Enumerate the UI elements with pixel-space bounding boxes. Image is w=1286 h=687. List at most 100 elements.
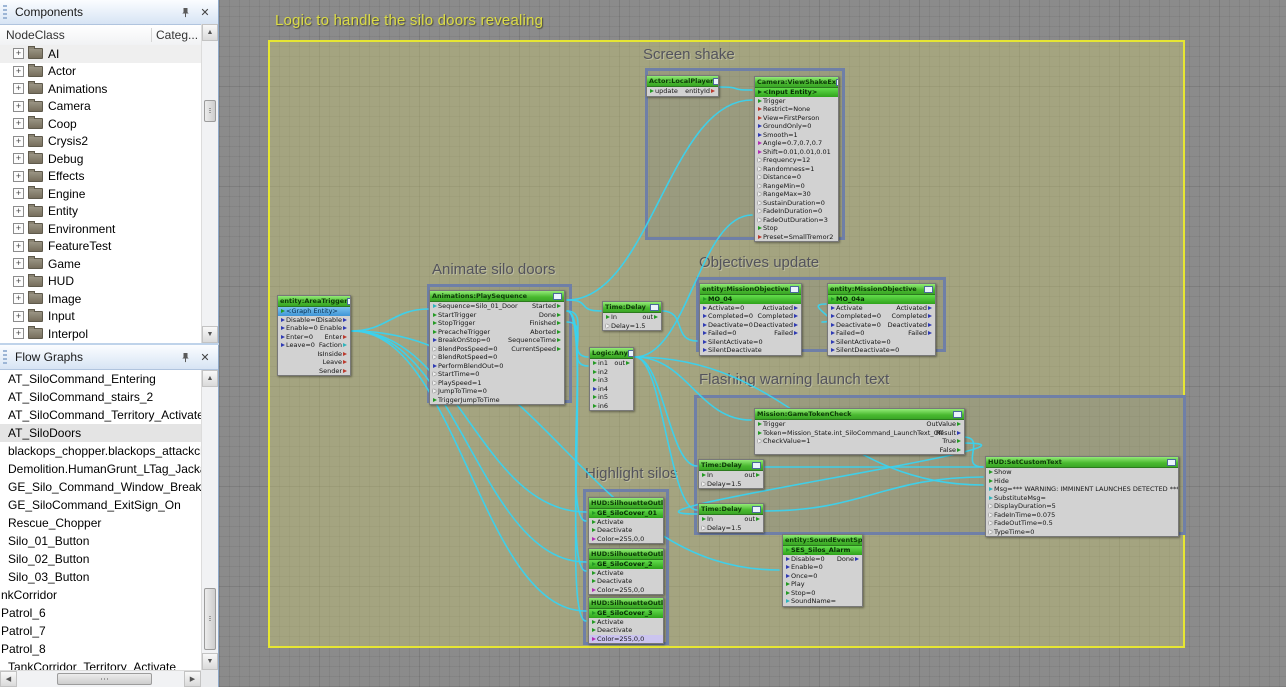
scroll-up-icon[interactable]: ▲ [202,24,218,41]
port-arrow[interactable] [433,304,437,308]
port-arrow[interactable] [593,361,597,365]
node-time-delay-2[interactable]: Time:DelayInoutDelay=1.5 [698,459,764,489]
port-arrow[interactable] [758,218,762,222]
expand-icon[interactable]: + [13,293,24,304]
tree-item-game[interactable]: +Game [0,255,202,273]
port-arrow[interactable] [606,315,610,319]
port-arrow[interactable] [557,330,561,334]
port-row[interactable]: MO_04a [828,295,935,304]
tree-item-debug[interactable]: +Debug [0,150,202,168]
flow-graph-item[interactable]: GE_SiloCommand_ExitSign_On [0,496,202,514]
port-row[interactable]: Sequence=Silo_01_DoorStarted [430,302,564,311]
port-row[interactable]: StartTime=0 [430,370,564,379]
port-row[interactable]: Inout [699,515,763,524]
port-arrow[interactable] [433,389,437,393]
port-arrow[interactable] [794,323,798,327]
port-row[interactable]: Color=255,0,0 [589,535,663,544]
scroll-down-icon[interactable]: ▼ [202,326,218,343]
port-arrow[interactable] [593,395,597,399]
port-arrow[interactable] [557,347,561,351]
port-arrow[interactable] [758,184,762,188]
port-arrow[interactable] [989,470,993,474]
expand-icon[interactable]: + [13,241,24,252]
flow-graph-item[interactable]: Patrol_7 [0,622,202,640]
port-arrow[interactable] [433,355,437,359]
port-arrow[interactable] [786,565,790,569]
tree-item-environment[interactable]: +Environment [0,220,202,238]
expand-icon[interactable]: + [13,153,24,164]
node-time-delay-3[interactable]: Time:DelayInoutDelay=1.5 [698,503,764,533]
port-arrow[interactable] [711,89,715,93]
expand-icon[interactable]: + [13,136,24,147]
port-arrow[interactable] [786,582,790,586]
expand-icon[interactable]: + [13,276,24,287]
node-mission-objective-1[interactable]: entity:MissionObjectiveMO_04Activate=0Ac… [699,283,802,356]
port-row[interactable]: Deactivate [589,526,663,535]
port-arrow[interactable] [831,306,835,310]
port-row[interactable]: Leave [278,358,350,367]
close-icon[interactable]: ✕ [197,349,213,365]
port-row[interactable]: Enter=0Enter [278,333,350,342]
port-arrow[interactable] [606,324,610,328]
port-arrow[interactable] [758,235,762,239]
port-arrow[interactable] [592,637,596,641]
node-area-trigger[interactable]: entity:AreaTrigger<Graph Entity>Disable=… [277,295,351,376]
port-arrow[interactable] [831,331,835,335]
node-logic-any[interactable]: Logic:Anyin1outin2in3in4in5in6 [589,347,634,411]
pin-icon[interactable] [177,349,193,365]
scrollbar-thumb[interactable] [204,100,216,122]
port-row[interactable]: Once=0 [783,572,862,581]
tree-item-ai[interactable]: +AI [0,45,202,63]
expand-icon[interactable]: + [13,188,24,199]
flow-graph-item[interactable]: GE_Silo_Command_Window_Break [0,478,202,496]
port-arrow[interactable] [343,352,347,356]
flow-graph-item[interactable]: AT_SiloCommand_Territory_Activate [0,406,202,424]
port-arrow[interactable] [794,331,798,335]
port-row[interactable]: DisplayDuration=5 [986,502,1178,511]
tree-item-animations[interactable]: +Animations [0,80,202,98]
port-arrow[interactable] [702,526,706,530]
port-row[interactable]: Deactivate=0Deactivated [700,321,801,330]
port-arrow[interactable] [957,439,961,443]
node-time-delay-1[interactable]: Time:DelayInoutDelay=1.5 [602,301,662,331]
port-row[interactable]: Msg=*** WARNING: IMMINENT LAUNCHES DETEC… [986,485,1178,494]
close-icon[interactable]: ✕ [197,4,213,20]
flow-graph-item[interactable]: Silo_01_Button [0,532,202,550]
expand-icon[interactable]: + [13,206,24,217]
tree-item-input[interactable]: +Input [0,308,202,326]
tree-item-hud[interactable]: +HUD [0,273,202,291]
port-arrow[interactable] [343,343,347,347]
port-row[interactable]: TriggerOutValue [755,420,964,429]
port-arrow[interactable] [989,479,993,483]
expand-icon[interactable]: + [13,258,24,269]
port-row[interactable]: SilentActivate=0 [828,338,935,347]
port-row[interactable]: Distance=0 [755,173,838,182]
port-arrow[interactable] [703,297,707,301]
port-row[interactable]: Sender [278,367,350,376]
port-row[interactable]: JumpToTime=0 [430,387,564,396]
flow-graph-item[interactable]: AT_SiloDoors [0,424,202,442]
expand-icon[interactable]: + [13,48,24,59]
port-row[interactable]: FadeOutTime=0.5 [986,519,1178,528]
minimize-icon[interactable] [713,78,718,85]
port-arrow[interactable] [593,378,597,382]
port-arrow[interactable] [989,521,993,525]
port-arrow[interactable] [281,343,285,347]
port-arrow[interactable] [928,323,932,327]
port-row[interactable]: StopTriggerFinished [430,319,564,328]
minimize-icon[interactable] [553,293,562,300]
port-arrow[interactable] [989,530,993,534]
port-row[interactable]: Delay=1.5 [603,322,661,331]
node-set-custom-text[interactable]: HUD:SetCustomTextShowHideMsg=*** WARNING… [985,456,1179,537]
port-arrow[interactable] [758,99,762,103]
port-row[interactable]: GE_SiloCover_3 [589,609,663,618]
port-row[interactable]: IsInside [278,350,350,359]
port-row[interactable]: SustainDuration=0 [755,199,838,208]
port-arrow[interactable] [928,331,932,335]
port-arrow[interactable] [756,473,760,477]
port-row[interactable]: Inout [603,313,661,322]
tree-item-actor[interactable]: +Actor [0,63,202,81]
port-row[interactable]: Stop [755,224,838,233]
comment-label[interactable]: Logic to handle the silo doors revealing [275,12,543,29]
flow-graph-item[interactable]: Patrol_8 [0,640,202,658]
